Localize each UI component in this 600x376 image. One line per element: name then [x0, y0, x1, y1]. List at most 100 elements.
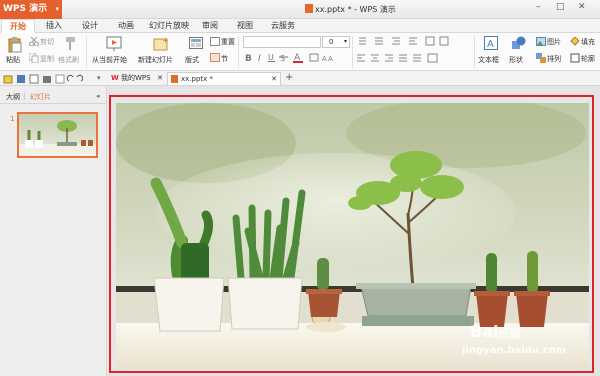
doc-tab-xx-pptx[interactable]: xx.pptx * ✕	[167, 72, 281, 85]
close-icon[interactable]: ✕	[157, 72, 163, 84]
panel-tabs: 大纲 | 幻灯片 ◂	[0, 86, 107, 104]
reset-icon[interactable]	[210, 37, 220, 46]
watermark-logo: Bai经验	[470, 322, 520, 341]
from-current-button[interactable]: 从当前开始	[92, 55, 127, 65]
section-icon[interactable]	[210, 53, 220, 62]
wps-presentation-window: WPS 演示 ▾ xx.pptx * - WPS 演示 – □ ✕ 开始 插入 …	[0, 0, 600, 376]
textbox-icon[interactable]: A	[484, 36, 498, 50]
tab-cloud[interactable]: 云服务	[267, 19, 299, 33]
window-controls: – □ ✕	[534, 1, 598, 17]
fill-button[interactable]: 填充	[581, 37, 595, 47]
shape-button[interactable]: 形状	[509, 55, 523, 65]
slide-thumbnail[interactable]	[17, 112, 98, 158]
doc-tab-my-wps[interactable]: 我的WPS W ✕	[108, 72, 165, 85]
tab-outline[interactable]: 大纲	[6, 92, 20, 102]
pptx-file-icon	[171, 75, 178, 83]
collapse-panel-icon[interactable]: ◂	[96, 92, 100, 100]
arrange-button[interactable]: 排列	[547, 54, 561, 64]
add-tab-icon[interactable]: +	[285, 72, 293, 83]
divider	[474, 36, 475, 68]
tab-insert[interactable]: 插入	[42, 19, 66, 33]
watermark-url: jingyan.baidu.com	[462, 345, 566, 356]
wps-menu-button[interactable]: WPS 演示 ▾	[0, 0, 62, 19]
shape-icon[interactable]	[511, 36, 527, 51]
tab-divider: |	[23, 92, 26, 100]
watermark-brand-cn: 经验	[498, 327, 521, 340]
tab-slideshow[interactable]: 幻灯片放映	[148, 19, 190, 33]
document-title: xx.pptx * - WPS 演示	[315, 5, 396, 14]
textbox-button[interactable]: 文本框	[478, 55, 499, 65]
tab-slides[interactable]: 幻灯片	[30, 92, 51, 102]
paste-icon[interactable]	[8, 37, 22, 53]
svg-text:S: S	[280, 54, 285, 62]
divider	[238, 36, 239, 68]
quick-access-bar: ▾ 我的WPS W ✕ xx.pptx * ✕ +	[0, 71, 600, 86]
outline-icon[interactable]	[570, 53, 580, 63]
layout-icon[interactable]	[189, 37, 203, 49]
format-painter-icon[interactable]	[63, 37, 77, 51]
customize-chevron-icon[interactable]: ▾	[97, 74, 101, 82]
arrange-icon[interactable]	[536, 53, 546, 63]
format-painter-button[interactable]: 格式刷	[58, 55, 79, 65]
svg-text:B: B	[245, 54, 252, 62]
svg-text:+: +	[162, 36, 169, 45]
svg-text:A: A	[328, 55, 333, 63]
paste-button[interactable]: 粘贴	[6, 55, 20, 65]
svg-text:U: U	[268, 53, 274, 62]
title-bar: WPS 演示 ▾ xx.pptx * - WPS 演示 – □ ✕	[0, 0, 600, 19]
font-size-value: 0	[329, 38, 334, 46]
app-name: WPS 演示	[3, 4, 48, 14]
reset-button[interactable]: 重置	[221, 37, 235, 47]
quick-access-icons	[3, 74, 83, 84]
picture-button[interactable]: 图片	[547, 37, 561, 47]
thumbnail-image	[19, 114, 96, 156]
divider	[86, 36, 87, 68]
watermark-brand: Bai	[470, 322, 499, 341]
underline-icon[interactable]: U	[267, 52, 277, 62]
my-wps-label: 我的WPS	[121, 74, 151, 82]
play-icon[interactable]	[106, 36, 122, 52]
maximize-icon[interactable]: □	[556, 2, 565, 12]
slide-number: 1	[10, 115, 15, 123]
cut-button[interactable]: 剪切	[40, 37, 54, 47]
outline-button[interactable]: 轮廓	[581, 54, 595, 64]
copy-icon[interactable]	[29, 53, 39, 63]
divider	[352, 36, 353, 68]
svg-text:A: A	[487, 39, 494, 50]
wps-logo-icon: W	[111, 74, 119, 82]
tab-view[interactable]: 视图	[233, 19, 257, 33]
strikethrough-icon[interactable]: S	[279, 52, 289, 62]
picture-icon[interactable]	[536, 37, 546, 46]
list-icons-row	[359, 36, 449, 46]
layout-button[interactable]: 版式	[185, 55, 199, 65]
tab-animation[interactable]: 动画	[114, 19, 138, 33]
align-icons-row	[357, 53, 438, 63]
italic-icon[interactable]: I	[256, 52, 266, 62]
chevron-down-icon: ▾	[343, 38, 347, 45]
doc-tab-label: xx.pptx *	[181, 75, 214, 83]
cut-icon[interactable]	[29, 37, 39, 46]
copy-button[interactable]: 复制	[40, 54, 54, 64]
font-color-icon[interactable]: A	[293, 52, 305, 63]
new-slide-icon[interactable]: +	[153, 36, 169, 52]
pptx-file-icon	[305, 4, 313, 13]
new-slide-button[interactable]: 新建幻灯片	[138, 55, 173, 65]
tab-design[interactable]: 设计	[78, 19, 102, 33]
svg-text:I: I	[258, 54, 261, 62]
char-spacing-icon[interactable]: AA	[322, 53, 336, 63]
ribbon-tab-bar: 开始 插入 设计 动画 幻灯片放映 审阅 视图 云服务	[0, 19, 600, 33]
tab-home[interactable]: 开始	[1, 19, 35, 33]
font-size-input[interactable]: 0 ▾	[322, 36, 350, 48]
svg-text:A: A	[322, 55, 327, 63]
close-icon[interactable]: ✕	[271, 73, 277, 85]
bold-icon[interactable]: B	[244, 52, 254, 62]
window-title: xx.pptx * - WPS 演示	[305, 4, 396, 15]
tab-review[interactable]: 审阅	[198, 19, 222, 33]
fill-icon[interactable]	[570, 37, 580, 46]
chevron-down-icon: ▾	[55, 5, 59, 13]
font-name-input[interactable]	[243, 36, 321, 48]
close-icon[interactable]: ✕	[578, 2, 586, 12]
highlight-icon[interactable]	[309, 52, 319, 62]
minimize-icon[interactable]: –	[536, 2, 541, 12]
section-button[interactable]: 节	[221, 54, 228, 64]
